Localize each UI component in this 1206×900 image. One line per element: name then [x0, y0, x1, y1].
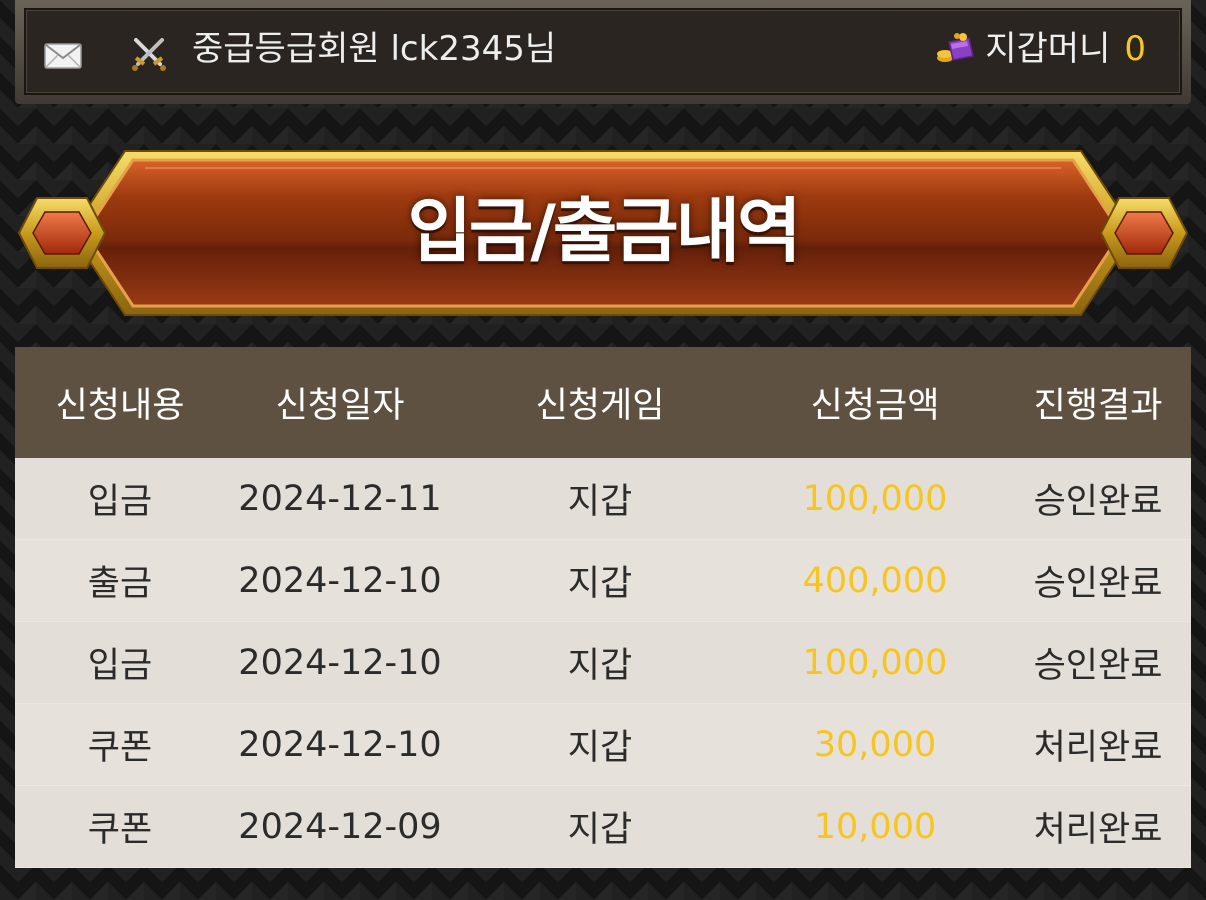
cell-result: 승인완료 — [1005, 621, 1191, 704]
table-row[interactable]: 입금 2024-12-10 지갑 100,000 승인완료 — [15, 621, 1191, 704]
table-row[interactable]: 입금 2024-12-11 지갑 100,000 승인완료 — [15, 458, 1191, 540]
column-header-type: 신청내용 — [15, 347, 225, 458]
cell-amount: 100,000 — [745, 621, 1005, 704]
cell-amount: 400,000 — [745, 539, 1005, 622]
cell-result: 승인완료 — [1005, 458, 1191, 540]
column-header-amount: 신청금액 — [745, 347, 1005, 458]
table-row[interactable]: 쿠폰 2024-12-09 지갑 10,000 처리완료 — [15, 785, 1191, 868]
crossed-swords-icon — [132, 38, 166, 71]
column-header-result: 진행결과 — [1005, 347, 1191, 458]
page-title-banner: 입금/출금내역 — [15, 148, 1191, 318]
cell-date: 2024-12-09 — [225, 785, 455, 868]
table-header-row: 신청내용 신청일자 신청게임 신청금액 진행결과 — [15, 347, 1191, 458]
cell-game: 지갑 — [455, 703, 745, 786]
cell-type: 쿠폰 — [15, 703, 225, 786]
wallet-balance: 지갑머니 0 — [933, 24, 1146, 74]
cell-date: 2024-12-10 — [225, 539, 455, 622]
member-greeting: 중급등급회원 lck2345님 — [192, 29, 557, 69]
column-header-date: 신청일자 — [225, 347, 455, 458]
table-row[interactable]: 쿠폰 2024-12-10 지갑 30,000 처리완료 — [15, 703, 1191, 786]
cell-type: 출금 — [15, 539, 225, 622]
cell-type: 입금 — [15, 458, 225, 540]
cell-result: 승인완료 — [1005, 539, 1191, 622]
cell-type: 쿠폰 — [15, 785, 225, 868]
cell-date: 2024-12-10 — [225, 621, 455, 704]
wallet-label: 지갑머니 — [985, 29, 1111, 69]
top-status-bar-inner: 중급등급회원 lck2345님 지갑머니 0 — [24, 8, 1182, 95]
cell-type: 입금 — [15, 621, 225, 704]
transaction-history-table: 신청내용 신청일자 신청게임 신청금액 진행결과 입금 2024-12-11 지… — [15, 347, 1191, 868]
cell-game: 지갑 — [455, 621, 745, 704]
table-row[interactable]: 출금 2024-12-10 지갑 400,000 승인완료 — [15, 539, 1191, 622]
wallet-icon — [937, 33, 975, 62]
cell-result: 처리완료 — [1005, 785, 1191, 868]
cell-result: 처리완료 — [1005, 703, 1191, 786]
top-status-bar: 중급등급회원 lck2345님 지갑머니 0 — [15, 0, 1191, 104]
cell-amount: 100,000 — [745, 458, 1005, 540]
cell-game: 지갑 — [455, 458, 745, 540]
cell-game: 지갑 — [455, 785, 745, 868]
cell-amount: 30,000 — [745, 703, 1005, 786]
mail-icon[interactable] — [44, 42, 82, 70]
cell-date: 2024-12-11 — [225, 458, 455, 540]
cell-amount: 10,000 — [745, 785, 1005, 868]
cell-game: 지갑 — [455, 539, 745, 622]
column-header-game: 신청게임 — [455, 347, 745, 458]
page-title: 입금/출금내역 — [407, 190, 802, 272]
wallet-amount: 0 — [1124, 29, 1146, 69]
cell-date: 2024-12-10 — [225, 703, 455, 786]
